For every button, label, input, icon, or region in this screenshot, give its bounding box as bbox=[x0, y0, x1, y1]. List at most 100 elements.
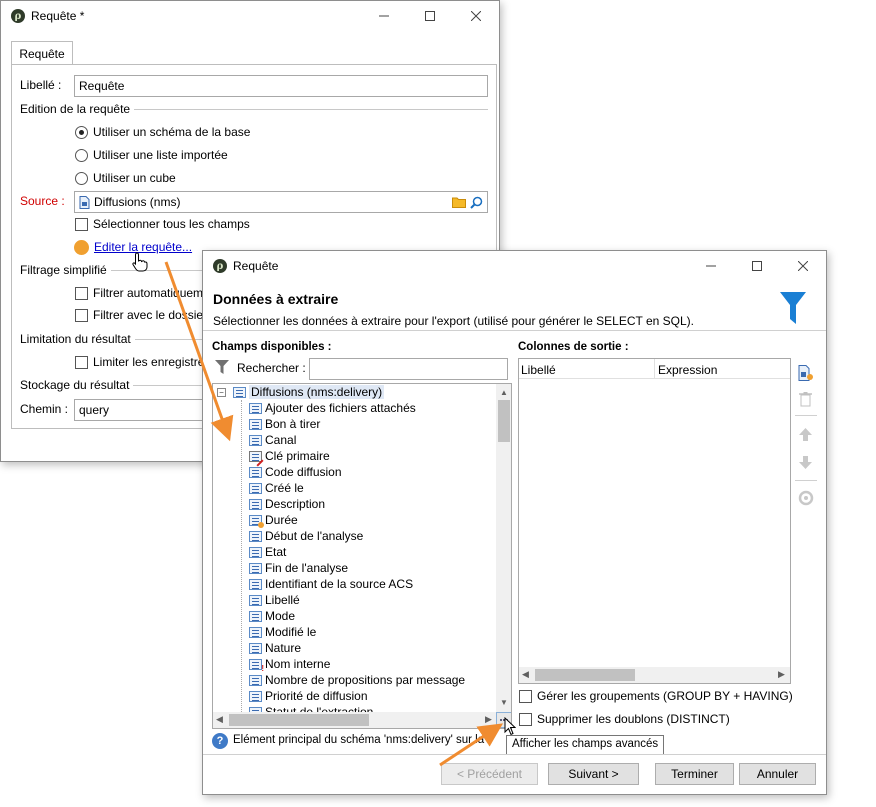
tree-item[interactable]: Créé le bbox=[249, 480, 304, 496]
fields-tree: − Diffusions (nms:delivery) Ajouter des … bbox=[212, 383, 512, 729]
field-icon bbox=[249, 610, 262, 622]
radio-cube[interactable]: Utiliser un cube bbox=[75, 171, 176, 185]
columns-header: Libellé Expression bbox=[519, 359, 790, 379]
tree-item[interactable]: Identifiant de la source ACS bbox=[249, 576, 413, 592]
tree-item[interactable]: Nature bbox=[249, 640, 301, 656]
filter-folder-checkbox[interactable]: Filtrer avec le dossier bbox=[75, 308, 207, 322]
tree-item[interactable]: Bon à tirer bbox=[249, 416, 320, 432]
checkbox[interactable] bbox=[75, 286, 88, 300]
tree-item[interactable]: Description bbox=[249, 496, 325, 512]
search-input[interactable] bbox=[309, 358, 508, 380]
field-icon bbox=[249, 402, 262, 414]
tree-item[interactable]: Début de l'analyse bbox=[249, 528, 363, 544]
button-label: Terminer bbox=[671, 767, 718, 781]
move-up-icon[interactable] bbox=[798, 427, 813, 442]
limit-records-checkbox[interactable]: Limiter les enregistre bbox=[75, 355, 204, 369]
cancel-button[interactable]: Annuler bbox=[739, 763, 816, 785]
field-icon bbox=[249, 546, 262, 558]
available-fields-label: Champs disponibles : bbox=[212, 341, 332, 353]
radio-imported-list[interactable]: Utiliser une liste importée bbox=[75, 148, 228, 162]
pointer-cursor-icon bbox=[504, 717, 516, 736]
tree-item[interactable]: Fin de l'analyse bbox=[249, 560, 348, 576]
tree-item[interactable]: Statut de l'extraction bbox=[249, 704, 373, 712]
column-header-libelle[interactable]: Libellé bbox=[521, 363, 556, 377]
radio-schema[interactable]: Utiliser un schéma de la base bbox=[75, 125, 250, 139]
tree-item[interactable]: Etat bbox=[249, 544, 286, 560]
minimize-button[interactable] bbox=[688, 251, 734, 281]
tree-item-label: Identifiant de la source ACS bbox=[265, 577, 414, 591]
minimize-button[interactable] bbox=[361, 1, 407, 31]
add-column-icon[interactable] bbox=[798, 365, 813, 381]
back-window-title: Requête * bbox=[31, 9, 85, 23]
scroll-thumb[interactable] bbox=[535, 669, 635, 681]
tree-item[interactable]: Clé primaire bbox=[249, 448, 330, 467]
tab-label: Requête bbox=[19, 46, 65, 61]
delete-icon[interactable] bbox=[799, 392, 812, 407]
maximize-button[interactable] bbox=[407, 1, 453, 31]
tab-requete[interactable]: Requête bbox=[11, 41, 73, 65]
tree-item[interactable]: Nombre de propositions par message bbox=[249, 672, 465, 688]
tree-item[interactable]: Canal bbox=[249, 432, 296, 448]
field-icon bbox=[249, 530, 262, 542]
back-titlebar: ρ Requête * bbox=[1, 1, 499, 31]
tree-vertical-scrollbar[interactable]: ▲ ▼ bbox=[496, 384, 511, 712]
checkbox[interactable] bbox=[519, 689, 532, 703]
libelle-input[interactable]: Requête bbox=[74, 75, 488, 97]
checkbox[interactable] bbox=[75, 308, 88, 322]
tree-item-label: Début de l'analyse bbox=[265, 529, 364, 543]
close-button[interactable] bbox=[780, 251, 826, 281]
path-input[interactable]: query bbox=[74, 399, 214, 421]
field-icon bbox=[249, 642, 262, 654]
tree-item[interactable]: Ajouter des fichiers attachés bbox=[249, 400, 416, 416]
tree-item[interactable]: Mode bbox=[249, 608, 295, 624]
folder-icon[interactable] bbox=[452, 196, 466, 208]
tree-root-node[interactable]: − Diffusions (nms:delivery) bbox=[217, 384, 385, 400]
tree-horizontal-scrollbar[interactable]: ◀ ▶ bbox=[213, 712, 496, 728]
front-window-title: Requête bbox=[233, 259, 279, 273]
checkbox[interactable] bbox=[519, 712, 532, 726]
checkbox[interactable] bbox=[75, 355, 88, 369]
tree-item[interactable]: Durée bbox=[249, 512, 298, 528]
radio-button[interactable] bbox=[75, 171, 88, 185]
field-icon bbox=[249, 562, 262, 574]
maximize-button[interactable] bbox=[734, 251, 780, 281]
storage-section-header: Stockage du résultat bbox=[20, 378, 210, 392]
scroll-thumb[interactable] bbox=[229, 714, 369, 726]
output-columns-grid: Libellé Expression ◀ ▶ bbox=[518, 358, 791, 684]
tree-item[interactable]: Libellé bbox=[249, 592, 300, 608]
source-input[interactable]: Diffusions (nms) bbox=[74, 191, 488, 213]
select-all-fields-checkbox[interactable]: Sélectionner tous les champs bbox=[75, 217, 250, 231]
field-icon bbox=[249, 690, 262, 702]
dialog-heading: Données à extraire bbox=[213, 291, 339, 307]
close-button[interactable] bbox=[453, 1, 499, 31]
duration-icon bbox=[249, 514, 264, 528]
previous-button[interactable]: < Précédent bbox=[441, 763, 538, 785]
group-by-checkbox[interactable]: Gérer les groupements (GROUP BY + HAVING… bbox=[519, 689, 793, 703]
checkbox[interactable] bbox=[75, 217, 88, 231]
checkbox-label: Supprimer les doublons (DISTINCT) bbox=[537, 712, 730, 726]
checkbox-label: Sélectionner tous les champs bbox=[93, 217, 250, 231]
tree-item[interactable]: Code diffusion bbox=[249, 464, 342, 480]
tree-item[interactable]: Modifié le bbox=[249, 624, 316, 640]
tree-item[interactable]: ! Nom interne bbox=[249, 656, 330, 673]
move-down-icon[interactable] bbox=[798, 455, 813, 470]
search-icon[interactable] bbox=[470, 196, 483, 209]
radio-button-checked[interactable] bbox=[75, 125, 88, 139]
field-icon bbox=[249, 594, 262, 606]
next-button[interactable]: Suivant > bbox=[548, 763, 639, 785]
filter-auto-checkbox[interactable]: Filtrer automatiquem bbox=[75, 286, 203, 300]
formula-icon[interactable] bbox=[798, 490, 814, 506]
radio-button[interactable] bbox=[75, 148, 88, 162]
finish-button[interactable]: Terminer bbox=[655, 763, 734, 785]
columns-horizontal-scrollbar[interactable]: ◀ ▶ bbox=[519, 667, 790, 683]
scroll-thumb[interactable] bbox=[498, 400, 510, 442]
radio-label: Utiliser une liste importée bbox=[93, 148, 228, 162]
collapse-toggle-icon[interactable]: − bbox=[217, 387, 226, 397]
source-label: Source : bbox=[20, 194, 65, 208]
advanced-fields-tooltip: Afficher les champs avancés bbox=[506, 735, 665, 755]
schema-icon bbox=[233, 386, 246, 398]
distinct-checkbox[interactable]: Supprimer les doublons (DISTINCT) bbox=[519, 712, 730, 726]
tree-item-label: Clé primaire bbox=[265, 449, 330, 463]
column-header-expression[interactable]: Expression bbox=[658, 363, 717, 377]
tree-item[interactable]: Priorité de diffusion bbox=[249, 688, 368, 704]
